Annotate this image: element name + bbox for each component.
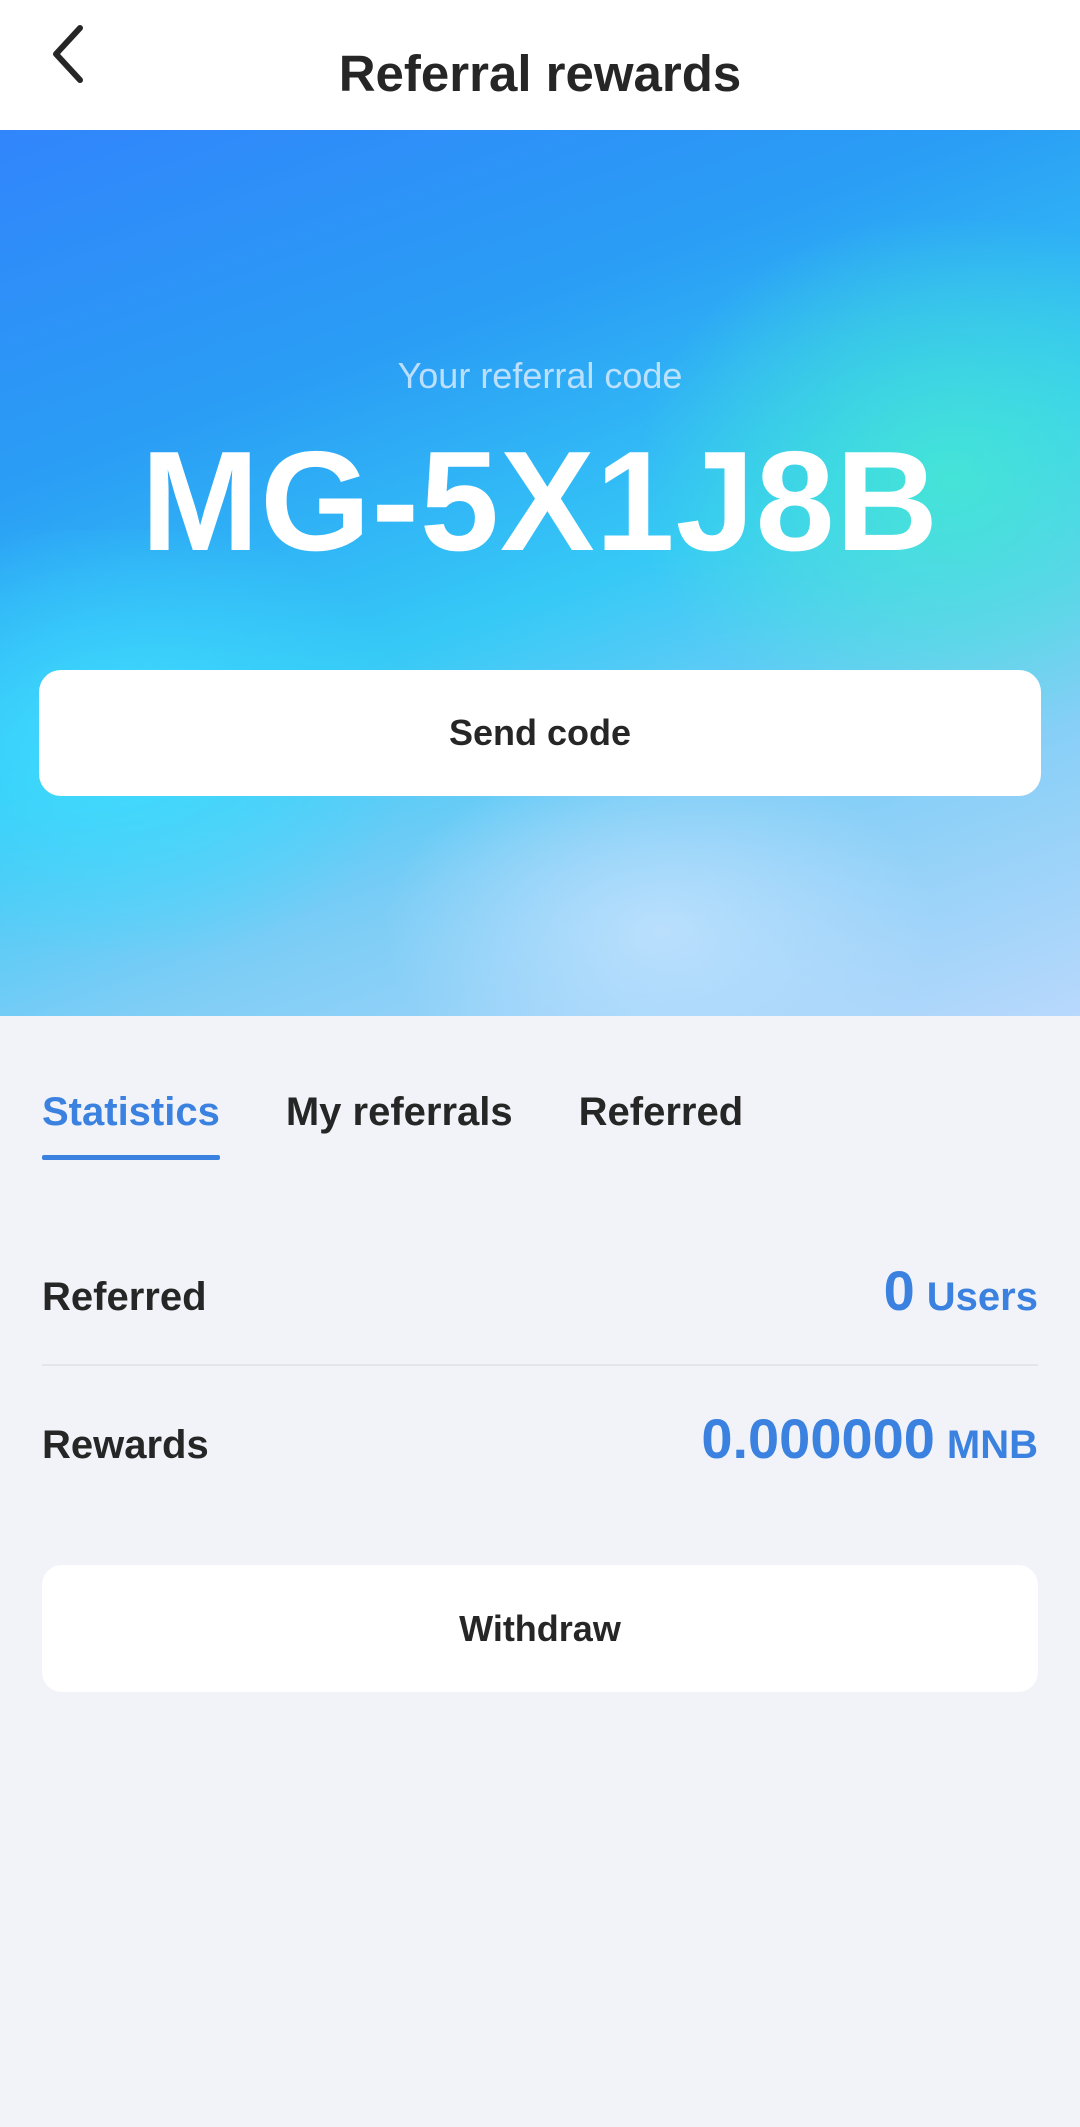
rewards-stat-row: Rewards 0.000000 MNB bbox=[42, 1406, 1038, 1471]
divider bbox=[42, 1364, 1038, 1366]
referred-label: Referred bbox=[42, 1275, 207, 1319]
tab-my-referrals[interactable]: My referrals bbox=[286, 1090, 513, 1160]
referred-value: 0 Users bbox=[884, 1258, 1038, 1323]
referral-code-caption: Your referral code bbox=[397, 355, 683, 396]
tab-referred[interactable]: Referred bbox=[579, 1090, 744, 1160]
rewards-amount: 0.000000 bbox=[701, 1407, 935, 1470]
referred-count: 0 bbox=[883, 1259, 915, 1322]
rewards-unit: MNB bbox=[946, 1423, 1038, 1467]
page-title: Referral rewards bbox=[338, 45, 742, 102]
send-code-button[interactable]: Send code bbox=[39, 670, 1041, 796]
rewards-label: Rewards bbox=[42, 1423, 209, 1467]
referral-code-banner: Your referral code MG-5X1J8B Send code bbox=[0, 130, 1080, 1016]
referred-stat-row: Referred 0 Users bbox=[42, 1258, 1038, 1323]
tab-bar: Statistics My referrals Referred bbox=[42, 1090, 809, 1160]
rewards-value: 0.000000 MNB bbox=[701, 1406, 1038, 1471]
withdraw-button[interactable]: Withdraw bbox=[42, 1565, 1038, 1692]
referred-unit: Users bbox=[926, 1275, 1038, 1319]
top-bar: Referral rewards bbox=[0, 0, 1080, 130]
tab-statistics[interactable]: Statistics bbox=[42, 1090, 220, 1160]
referral-code: MG-5X1J8B bbox=[140, 422, 940, 581]
